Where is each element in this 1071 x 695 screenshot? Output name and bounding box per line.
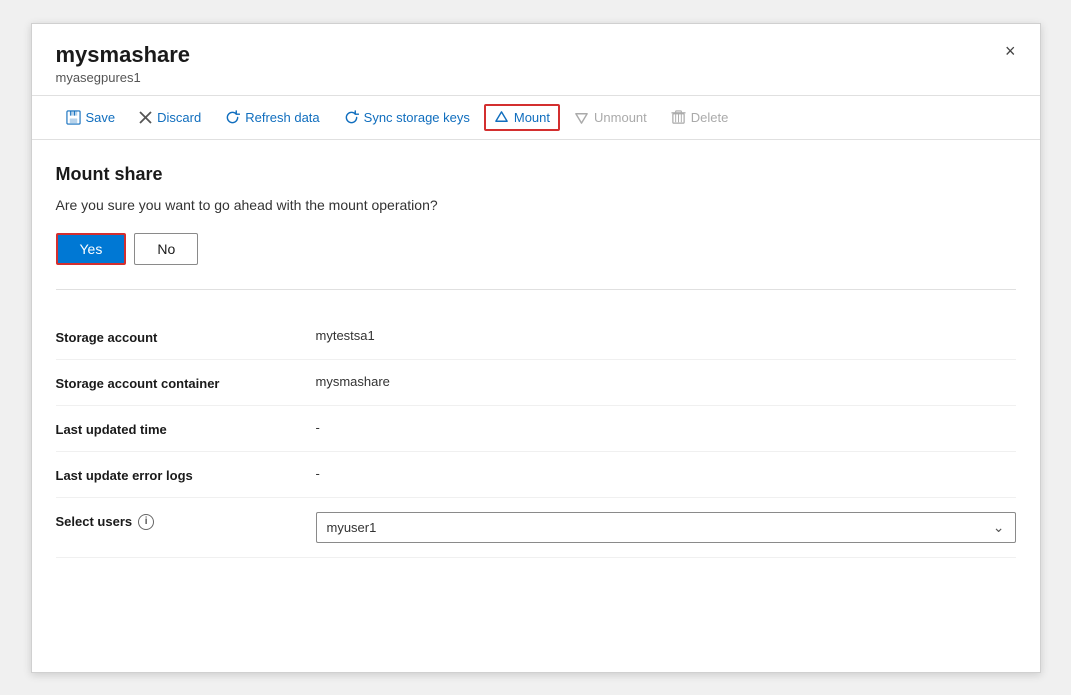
mount-label: Mount [514, 110, 550, 125]
delete-label: Delete [691, 110, 729, 125]
info-icon[interactable]: i [138, 514, 154, 530]
field-row-error-logs: Last update error logs - [56, 452, 1016, 498]
mount-share-section: Mount share Are you sure you want to go … [56, 164, 1016, 290]
refresh-label: Refresh data [245, 110, 319, 125]
select-users-label: Select users [56, 514, 133, 529]
toolbar: Save Discard Refresh data [32, 96, 1040, 140]
sync-label: Sync storage keys [364, 110, 470, 125]
refresh-icon [225, 110, 240, 125]
sync-button[interactable]: Sync storage keys [334, 104, 480, 131]
delete-icon [671, 110, 686, 125]
mount-share-title: Mount share [56, 164, 1016, 185]
no-button[interactable]: No [134, 233, 198, 265]
discard-label: Discard [157, 110, 201, 125]
chevron-down-icon: ⌄ [993, 519, 1005, 536]
mount-button[interactable]: Mount [484, 104, 560, 131]
field-row-storage-account: Storage account mytestsa1 [56, 314, 1016, 360]
panel-subtitle: myasegpures1 [56, 70, 1016, 85]
error-logs-value: - [316, 466, 1016, 481]
select-users-value: myuser1 [327, 520, 377, 535]
save-label: Save [86, 110, 116, 125]
panel-header: mysmashare myasegpures1 [32, 24, 1040, 96]
yes-button[interactable]: Yes [56, 233, 127, 265]
mount-share-description: Are you sure you want to go ahead with t… [56, 197, 1016, 213]
unmount-label: Unmount [594, 110, 647, 125]
mount-icon [494, 110, 509, 125]
save-icon [66, 110, 81, 125]
error-logs-label: Last update error logs [56, 468, 193, 483]
unmount-button[interactable]: Unmount [564, 104, 657, 131]
confirm-buttons: Yes No [56, 233, 1016, 265]
refresh-button[interactable]: Refresh data [215, 104, 329, 131]
sync-icon [344, 110, 359, 125]
close-button[interactable]: × [999, 38, 1022, 64]
content-area: Mount share Are you sure you want to go … [32, 140, 1040, 558]
container-label: Storage account container [56, 376, 220, 391]
discard-icon [139, 111, 152, 124]
save-button[interactable]: Save [56, 104, 126, 131]
container-value: mysmashare [316, 374, 1016, 389]
updated-time-label: Last updated time [56, 422, 167, 437]
discard-button[interactable]: Discard [129, 104, 211, 131]
field-row-container: Storage account container mysmashare [56, 360, 1016, 406]
unmount-icon [574, 110, 589, 125]
main-panel: mysmashare myasegpures1 × Save Discard [31, 23, 1041, 673]
delete-button[interactable]: Delete [661, 104, 739, 131]
storage-account-label: Storage account [56, 330, 158, 345]
storage-account-value: mytestsa1 [316, 328, 1016, 343]
field-row-select-users: Select users i myuser1 ⌄ [56, 498, 1016, 558]
select-users-dropdown[interactable]: myuser1 ⌄ [316, 512, 1016, 543]
panel-title: mysmashare [56, 42, 1016, 68]
fields-section: Storage account mytestsa1 Storage accoun… [56, 314, 1016, 558]
field-row-updated-time: Last updated time - [56, 406, 1016, 452]
updated-time-value: - [316, 420, 1016, 435]
